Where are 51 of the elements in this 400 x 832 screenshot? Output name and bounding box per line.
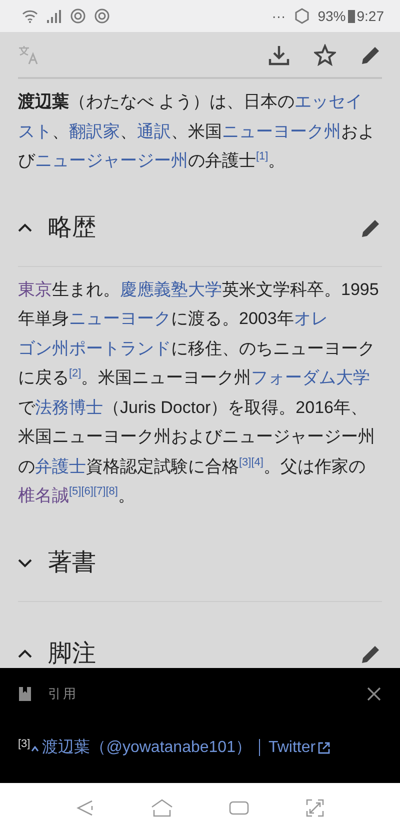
reference-link[interactable]: [2] xyxy=(69,367,82,380)
article-link[interactable]: フォーダム xyxy=(251,368,336,387)
article-link[interactable]: エッセイ xyxy=(294,92,363,111)
reference-link[interactable]: [7] xyxy=(93,485,106,498)
article-link[interactable]: 東京 xyxy=(18,280,52,298)
reference-link[interactable]: [6] xyxy=(81,485,94,498)
section-heading[interactable]: 脚注 xyxy=(48,636,344,668)
collapse-icon[interactable] xyxy=(18,648,32,658)
battery-level: 93% xyxy=(318,6,346,26)
article-link[interactable]: 通訳 xyxy=(137,122,171,140)
reference-link[interactable]: [4] xyxy=(251,456,264,468)
home-icon[interactable] xyxy=(150,798,173,816)
reference-link[interactable]: [3] xyxy=(239,456,252,468)
expand-screen-icon[interactable] xyxy=(306,798,324,816)
article-link[interactable]: ニューヨーク州 xyxy=(222,122,341,140)
section-heading[interactable]: 著書 xyxy=(48,544,382,580)
article-link[interactable]: ニューヨーク xyxy=(69,309,171,328)
battery-icon xyxy=(348,9,355,23)
article-link[interactable]: 大学 xyxy=(336,368,370,387)
article-link[interactable]: オレ xyxy=(294,309,328,328)
back-caret-icon[interactable] xyxy=(31,746,40,752)
star-icon[interactable] xyxy=(314,44,336,66)
panel-title: 引用 xyxy=(48,685,79,703)
reference-number: [3] xyxy=(18,736,30,752)
close-icon[interactable] xyxy=(366,686,382,702)
citation-link[interactable]: 渡辺葉（@yowatanabe101） xyxy=(42,736,252,760)
article-link[interactable]: スト xyxy=(18,122,52,140)
back-icon[interactable] xyxy=(76,798,94,816)
wifi-icon xyxy=(22,9,38,23)
paragraph-text: 渡辺葉（わたなべ よう）は、日本のエッセイ スト、翻訳家、通訳、米国ニューヨーク州およびニュージャージー州の弁護士$^{[1]}$。 xyxy=(18,91,376,172)
reference-link[interactable]: [8] xyxy=(106,485,118,498)
article-link[interactable]: 翻訳家 xyxy=(69,122,120,140)
collapse-icon[interactable] xyxy=(18,222,32,232)
external-link[interactable]: Twitter xyxy=(268,736,316,760)
clock-time: 9:27 xyxy=(356,6,384,26)
signal-icon xyxy=(46,9,62,23)
article-link[interactable]: 法務博士 xyxy=(35,398,103,416)
article-link[interactable]: 弁護士 xyxy=(35,456,86,476)
reference-link[interactable]: [1] xyxy=(256,150,268,162)
article-link[interactable]: 慶應義塾大学 xyxy=(120,280,222,298)
reference-link[interactable]: [5] xyxy=(69,485,82,498)
recents-icon[interactable] xyxy=(229,800,250,816)
article-link[interactable]: 椎名誠 xyxy=(18,486,69,505)
article-link[interactable]: ゴン州ポートランド xyxy=(18,338,171,358)
section-heading[interactable]: 略歴 xyxy=(48,210,344,246)
external-link-icon xyxy=(318,742,330,754)
expand-icon[interactable] xyxy=(18,558,32,568)
more-indicator: ··· xyxy=(272,6,286,26)
article-link[interactable]: ニュージャージー州 xyxy=(35,151,188,170)
bookmark-icon xyxy=(18,686,32,702)
download-icon[interactable] xyxy=(268,44,290,66)
